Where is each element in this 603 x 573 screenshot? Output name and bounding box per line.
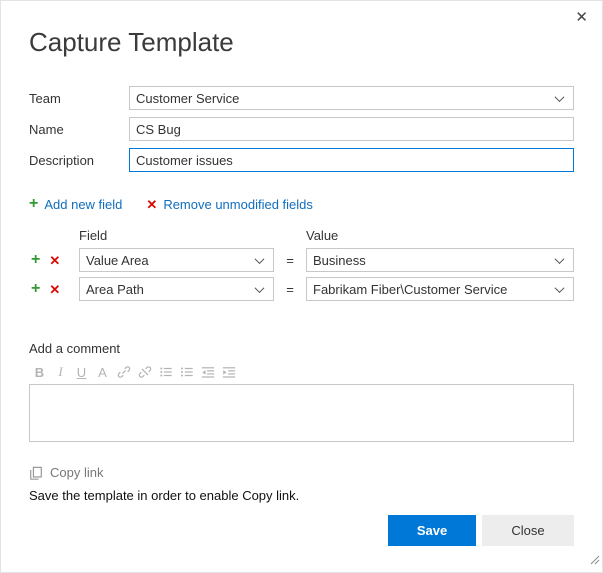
chevron-down-icon [555, 92, 565, 102]
value-dropdown-value: Business [313, 253, 366, 268]
equals-sign: = [274, 282, 306, 297]
equals-sign: = [274, 253, 306, 268]
comment-toolbar: B I U A [29, 363, 574, 381]
outdent-icon[interactable] [197, 363, 218, 381]
value-dropdown[interactable]: Fabrikam Fiber\Customer Service [306, 277, 574, 301]
link-icon[interactable] [113, 363, 134, 381]
field-row: + ✕ Value Area = Business [29, 248, 574, 272]
description-label: Description [29, 153, 129, 168]
value-column-header: Value [306, 228, 338, 243]
add-new-field-link[interactable]: + Add new field [29, 196, 122, 212]
description-row: Description [29, 148, 574, 172]
plus-icon: + [29, 196, 38, 212]
chevron-down-icon [255, 254, 265, 264]
capture-template-dialog: ✕ Capture Template Team Customer Service… [0, 0, 603, 573]
team-dropdown[interactable]: Customer Service [129, 86, 574, 110]
field-dropdown-value: Value Area [86, 253, 149, 268]
add-new-field-label: Add new field [44, 197, 122, 212]
add-row-icon[interactable]: + [31, 252, 40, 268]
numbered-list-icon[interactable] [176, 363, 197, 381]
field-dropdown-value: Area Path [86, 282, 144, 297]
remove-row-icon[interactable]: ✕ [49, 254, 60, 267]
unlink-icon[interactable] [134, 363, 155, 381]
bullet-list-icon[interactable] [155, 363, 176, 381]
field-dropdown[interactable]: Value Area [79, 248, 274, 272]
text-color-icon[interactable]: A [92, 363, 113, 381]
field-row: + ✕ Area Path = Fabrikam Fiber\Customer … [29, 277, 574, 301]
page-title: Capture Template [29, 27, 574, 58]
team-label: Team [29, 91, 129, 106]
remove-unmodified-fields-link[interactable]: ✕ Remove unmodified fields [146, 197, 312, 212]
field-column-header: Field [79, 228, 274, 243]
indent-icon[interactable] [218, 363, 239, 381]
close-icon[interactable]: ✕ [575, 10, 588, 25]
comment-textarea[interactable] [29, 384, 574, 442]
chevron-down-icon [555, 254, 565, 264]
field-grid-headers: Field Value [29, 228, 574, 243]
remove-unmodified-fields-label: Remove unmodified fields [163, 197, 313, 212]
save-button[interactable]: Save [388, 515, 476, 546]
copy-icon [29, 466, 43, 480]
name-row: Name [29, 117, 574, 141]
copy-link-button[interactable]: Copy link [29, 465, 574, 480]
description-input[interactable] [129, 148, 574, 172]
italic-icon[interactable]: I [50, 363, 71, 381]
underline-icon[interactable]: U [71, 363, 92, 381]
chevron-down-icon [255, 283, 265, 293]
name-input[interactable] [129, 117, 574, 141]
add-comment-label: Add a comment [29, 341, 574, 356]
value-dropdown-value: Fabrikam Fiber\Customer Service [313, 282, 507, 297]
save-hint-text: Save the template in order to enable Cop… [29, 488, 574, 503]
name-label: Name [29, 122, 129, 137]
close-button[interactable]: Close [482, 515, 574, 546]
field-actions: + Add new field ✕ Remove unmodified fiel… [29, 196, 574, 212]
team-row: Team Customer Service [29, 86, 574, 110]
remove-row-icon[interactable]: ✕ [49, 283, 60, 296]
add-row-icon[interactable]: + [31, 281, 40, 297]
field-dropdown[interactable]: Area Path [79, 277, 274, 301]
value-dropdown[interactable]: Business [306, 248, 574, 272]
copy-link-label: Copy link [50, 465, 103, 480]
chevron-down-icon [555, 283, 565, 293]
team-dropdown-value: Customer Service [136, 91, 239, 106]
dialog-buttons: Save Close [388, 515, 574, 546]
remove-icon: ✕ [146, 198, 157, 211]
bold-icon[interactable]: B [29, 363, 50, 381]
resize-handle[interactable] [589, 552, 600, 570]
